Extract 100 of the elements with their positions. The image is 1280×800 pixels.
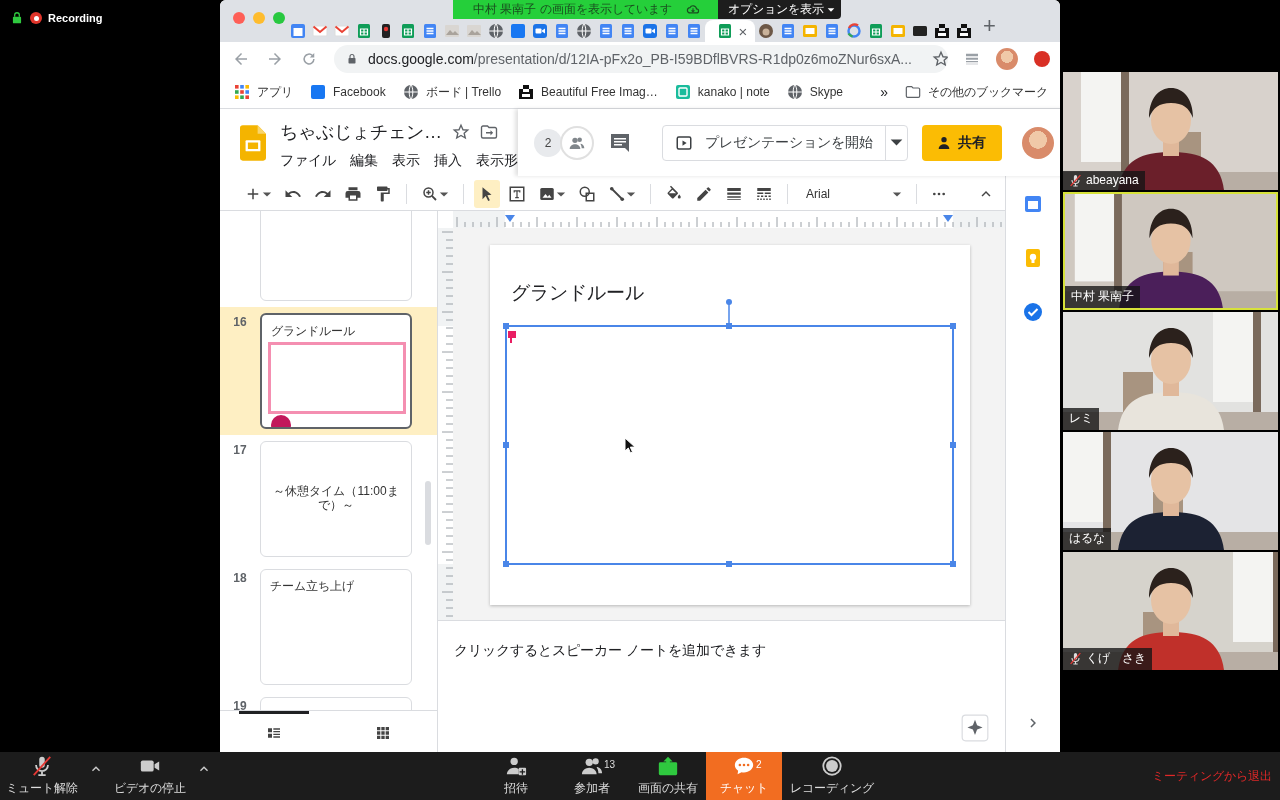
star-icon[interactable] <box>931 50 948 68</box>
logo-icon <box>846 23 862 39</box>
caret-icon <box>556 191 566 197</box>
options-button[interactable]: オプションを表示 <box>718 0 841 19</box>
bookmark[interactable]: アプリ <box>234 83 293 101</box>
bookmark[interactable]: Beautiful Free Imag… <box>518 84 658 100</box>
menu-item[interactable]: 表示形 <box>476 151 518 170</box>
close-tab-button[interactable]: × <box>738 23 748 39</box>
explore-icon[interactable] <box>961 714 989 742</box>
recording-label: Recording <box>48 12 103 24</box>
menu-item[interactable]: 表示 <box>392 151 420 170</box>
share-icon <box>657 755 679 777</box>
play-icon <box>675 133 693 152</box>
check-icon[interactable] <box>1023 302 1043 322</box>
share-button[interactable]: 共有 <box>922 124 1002 161</box>
star-icon[interactable] <box>452 122 470 141</box>
logo-icon <box>310 84 326 100</box>
logo-icon <box>912 23 928 39</box>
flag-icon <box>508 331 516 343</box>
font-dropdown[interactable]: Arial <box>798 187 906 201</box>
bookmark[interactable]: ボード | Trello <box>402 83 502 101</box>
video-camera-icon <box>642 23 658 39</box>
slides-logo-icon[interactable] <box>240 124 266 161</box>
forward-icon[interactable] <box>266 50 284 68</box>
pen-icon <box>695 185 713 203</box>
document-title[interactable]: ちゃぶじょチェン… <box>280 119 442 144</box>
document-icon <box>598 23 614 39</box>
record-button[interactable]: レコーディング <box>782 752 882 800</box>
caret-icon <box>439 191 449 197</box>
grid-icon <box>234 84 250 100</box>
share-screen-button[interactable]: 画面の共有 <box>630 752 706 800</box>
spreadsheet-icon <box>400 23 416 39</box>
thumbnail-title: チーム立ち上げ <box>270 578 354 595</box>
present-button[interactable]: プレゼンテーションを開始 <box>662 124 908 161</box>
invite-button[interactable]: 招待 <box>478 752 554 800</box>
record-icon <box>30 12 42 24</box>
slide-thumbnail[interactable]: チーム立ち上げ <box>260 569 412 685</box>
globe-icon <box>576 23 592 39</box>
globe-icon <box>402 84 419 100</box>
avatar[interactable] <box>1022 126 1054 159</box>
bookmark-folder[interactable]: その他のブックマーク <box>905 83 1048 101</box>
participant-name: 中村 果南子 <box>1071 288 1135 305</box>
avatar[interactable] <box>996 48 1018 70</box>
viewers-button[interactable] <box>560 125 594 160</box>
caret-icon <box>892 191 902 197</box>
bookmark[interactable]: Facebook <box>310 84 386 100</box>
persons-icon <box>581 755 603 777</box>
slide-thumbnail[interactable]: ～休憩タイム（11:00まで）～ <box>260 441 412 557</box>
document-icon <box>620 23 636 39</box>
image-icon <box>758 23 774 39</box>
folder-icon[interactable] <box>480 122 498 141</box>
image-icon <box>444 23 460 39</box>
lock-icon <box>10 11 24 25</box>
globe-icon <box>786 84 803 100</box>
slides-icon <box>802 23 818 39</box>
viewer-count[interactable]: 2 <box>534 128 562 157</box>
menu-item[interactable]: ファイル <box>280 151 336 170</box>
reload-icon[interactable] <box>300 50 318 68</box>
participant-name: はるな <box>1069 530 1105 547</box>
window-close-button[interactable] <box>233 12 245 24</box>
video-camera-icon <box>532 23 548 39</box>
menu-item[interactable]: 挿入 <box>434 151 462 170</box>
person-icon <box>936 134 952 151</box>
sharing-banner: 中村 果南子 の画面を表示しています <box>453 0 718 19</box>
participant-name: くげ さき <box>1086 650 1146 667</box>
people-icon <box>569 134 585 151</box>
chat-icon <box>733 755 755 777</box>
slide-thumbnail[interactable] <box>260 211 412 301</box>
slide-title[interactable]: グランドルール <box>511 280 644 306</box>
scrollbar[interactable] <box>425 481 431 545</box>
record-icon <box>821 755 843 777</box>
stop-video-button[interactable]: ビデオの停止 <box>108 752 192 800</box>
bookmark[interactable]: Skype <box>786 84 843 100</box>
document-icon <box>686 23 702 39</box>
menu-item[interactable]: 編集 <box>350 151 378 170</box>
image-icon <box>538 185 556 203</box>
logo-icon <box>510 23 526 39</box>
more-bookmarks-button[interactable]: » <box>880 84 888 100</box>
logo-icon <box>956 23 972 39</box>
logo-icon <box>674 84 691 100</box>
spreadsheet-icon <box>868 23 884 39</box>
slide[interactable]: グランドルール <box>490 245 970 605</box>
select-tool-button[interactable] <box>474 180 500 208</box>
unmute-button[interactable]: ミュート解除 <box>0 752 84 800</box>
grid-icon <box>374 725 391 741</box>
browser-tab[interactable]: × <box>705 20 755 42</box>
leave-meeting-button[interactable]: ミーティングから退出 <box>1152 767 1280 785</box>
calendar-icon[interactable] <box>1023 194 1043 214</box>
new-tab-button[interactable]: + <box>975 15 996 42</box>
address-bar[interactable]: docs.google.com/presentation/d/12IA-pFx2o_PB-I59BDflBVRS-R1dp0z6moZNur6sxA... <box>334 45 948 73</box>
slide-number: 19 <box>233 699 247 710</box>
bookmark[interactable]: kanako | note <box>674 84 770 100</box>
slide-thumbnail[interactable]: グランドルール <box>260 313 412 429</box>
update-icon[interactable] <box>1034 51 1050 67</box>
mail-icon <box>312 23 328 39</box>
caret-icon <box>890 139 903 146</box>
speaker-notes-placeholder[interactable]: クリックするとスピーカー ノートを追加できます <box>454 642 766 658</box>
folder-icon <box>905 84 921 100</box>
participants-button[interactable]: 参加者 13 <box>554 752 630 800</box>
slide-number: 18 <box>233 571 247 585</box>
